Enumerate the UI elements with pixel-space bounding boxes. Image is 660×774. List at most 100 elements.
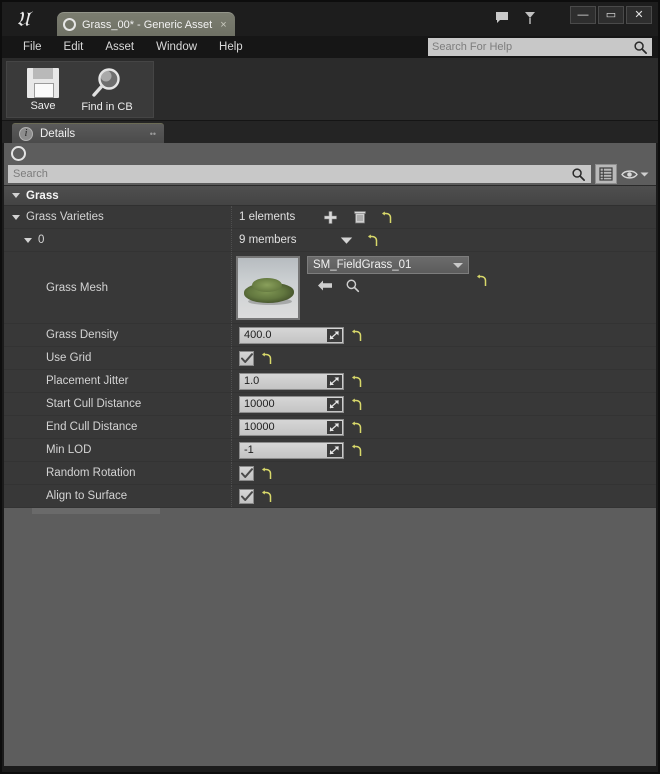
dropdown-arrow-icon[interactable]: [340, 236, 353, 245]
details-search-row: Search: [4, 163, 656, 185]
numeric-value: 400.0: [244, 329, 272, 341]
property-name-cell: End Cull Distance: [4, 416, 232, 438]
property-value-cell: -1: [232, 439, 656, 461]
minimize-button[interactable]: —: [570, 6, 596, 24]
find-in-cb-label: Find in CB: [81, 100, 133, 113]
property-row-grass-mesh: Grass Mesh SM_FieldGrass_01: [4, 252, 656, 324]
numeric-input[interactable]: 400.0: [239, 326, 344, 344]
checkbox-input[interactable]: [239, 350, 254, 366]
asset-action-icons: [307, 278, 469, 293]
reset-icon[interactable]: [351, 375, 362, 388]
bookmark-icon[interactable]: [522, 10, 538, 26]
title-bar: 𝔘 Grass_00* - Generic Asset × — ▭ ✕: [2, 2, 658, 36]
help-search-placeholder: Search For Help: [432, 41, 513, 53]
reset-icon[interactable]: [476, 274, 487, 287]
search-icon: [572, 167, 585, 181]
category-header-grass[interactable]: Grass: [4, 186, 656, 206]
element-count-label: 1 elements: [239, 211, 296, 223]
spinner-drag-handle[interactable]: [327, 420, 342, 434]
chevron-down-icon: [453, 262, 463, 268]
property-value-cell: [232, 347, 656, 369]
spinner-drag-handle[interactable]: [327, 397, 342, 411]
property-name-cell[interactable]: Grass Varieties: [4, 206, 232, 228]
use-selected-icon[interactable]: [317, 278, 333, 293]
property-name-cell[interactable]: 0: [4, 229, 232, 251]
menu-asset[interactable]: Asset: [94, 39, 145, 55]
property-value-cell: SM_FieldGrass_01: [232, 252, 656, 323]
close-window-button[interactable]: ✕: [626, 6, 652, 24]
property-row: Use Grid: [4, 347, 656, 370]
property-name-cell: Grass Mesh: [4, 252, 232, 323]
info-icon: i: [19, 126, 33, 141]
property-label: Grass Density: [46, 329, 119, 341]
property-name-cell: Random Rotation: [4, 462, 232, 484]
category-label: Grass: [26, 189, 59, 202]
numeric-input[interactable]: 10000: [239, 395, 344, 413]
checkbox-input[interactable]: [239, 488, 254, 504]
search-input[interactable]: Search: [8, 165, 591, 183]
reset-icon[interactable]: [351, 398, 362, 411]
reset-icon[interactable]: [351, 329, 362, 342]
grass-mesh-thumbnail[interactable]: [236, 256, 300, 320]
property-row: Align to Surface: [4, 485, 656, 508]
property-name-cell: Align to Surface: [4, 485, 232, 507]
numeric-input[interactable]: 10000: [239, 418, 344, 436]
save-button-label: Save: [30, 99, 56, 112]
property-value-cell: 9 members: [232, 229, 656, 251]
expand-triangle-icon[interactable]: [24, 237, 32, 243]
spinner-drag-handle[interactable]: [327, 328, 342, 342]
property-label: Start Cull Distance: [46, 398, 142, 410]
reset-icon[interactable]: [261, 467, 272, 480]
help-search-input[interactable]: Search For Help: [428, 38, 652, 56]
reset-icon[interactable]: [381, 211, 392, 224]
browse-icon[interactable]: [345, 278, 360, 293]
property-value-cell: 1 elements: [232, 206, 656, 228]
maximize-button[interactable]: ▭: [598, 6, 624, 24]
reset-icon[interactable]: [367, 234, 378, 247]
editor-window: 𝔘 Grass_00* - Generic Asset × — ▭ ✕ File…: [0, 0, 660, 774]
numeric-input[interactable]: -1: [239, 441, 344, 459]
reset-icon[interactable]: [351, 444, 362, 457]
tab-details[interactable]: i Details ••: [12, 123, 164, 143]
tab-overflow-icon[interactable]: ••: [150, 129, 156, 139]
property-label: Grass Varieties: [26, 211, 104, 223]
menu-window[interactable]: Window: [145, 39, 208, 55]
view-options-button[interactable]: [621, 168, 652, 181]
tab-details-label: Details: [40, 127, 76, 140]
menu-help[interactable]: Help: [208, 39, 254, 55]
reset-icon[interactable]: [351, 421, 362, 434]
checkbox-input[interactable]: [239, 465, 254, 481]
property-value-cell: [232, 485, 656, 507]
numeric-value: -1: [244, 444, 254, 456]
asset-tab[interactable]: Grass_00* - Generic Asset ×: [57, 12, 235, 36]
numeric-input[interactable]: 1.0: [239, 372, 344, 390]
delete-all-icon[interactable]: [354, 210, 367, 224]
grid-view-toggle[interactable]: [595, 164, 617, 184]
circle-status-icon[interactable]: [11, 145, 26, 161]
menu-file[interactable]: File: [12, 39, 53, 55]
check-icon: [240, 352, 253, 363]
asset-tab-circle-icon: [63, 18, 76, 31]
reset-icon[interactable]: [261, 352, 272, 365]
menu-edit[interactable]: Edit: [53, 39, 95, 55]
member-count-label: 9 members: [239, 234, 297, 246]
eye-icon: [621, 169, 638, 179]
property-label: Grass Mesh: [46, 281, 108, 294]
find-in-cb-button[interactable]: Find in CB: [75, 63, 139, 116]
add-element-icon[interactable]: [324, 210, 338, 224]
property-label: 0: [38, 234, 45, 246]
titlebar-icon-group: [494, 10, 538, 26]
property-name-cell: Start Cull Distance: [4, 393, 232, 415]
spinner-drag-handle[interactable]: [327, 374, 342, 388]
asset-picker-dropdown[interactable]: SM_FieldGrass_01: [307, 256, 469, 274]
save-button[interactable]: Save: [11, 63, 75, 116]
save-icon: [27, 67, 59, 98]
expand-triangle-icon[interactable]: [12, 214, 20, 220]
close-icon[interactable]: ×: [220, 19, 226, 31]
property-label: Min LOD: [46, 444, 92, 456]
spinner-drag-handle[interactable]: [327, 443, 342, 457]
chevron-down-icon: [640, 172, 649, 176]
reset-icon[interactable]: [261, 490, 272, 503]
property-name-cell: Placement Jitter: [4, 370, 232, 392]
feedback-icon[interactable]: [494, 10, 510, 26]
